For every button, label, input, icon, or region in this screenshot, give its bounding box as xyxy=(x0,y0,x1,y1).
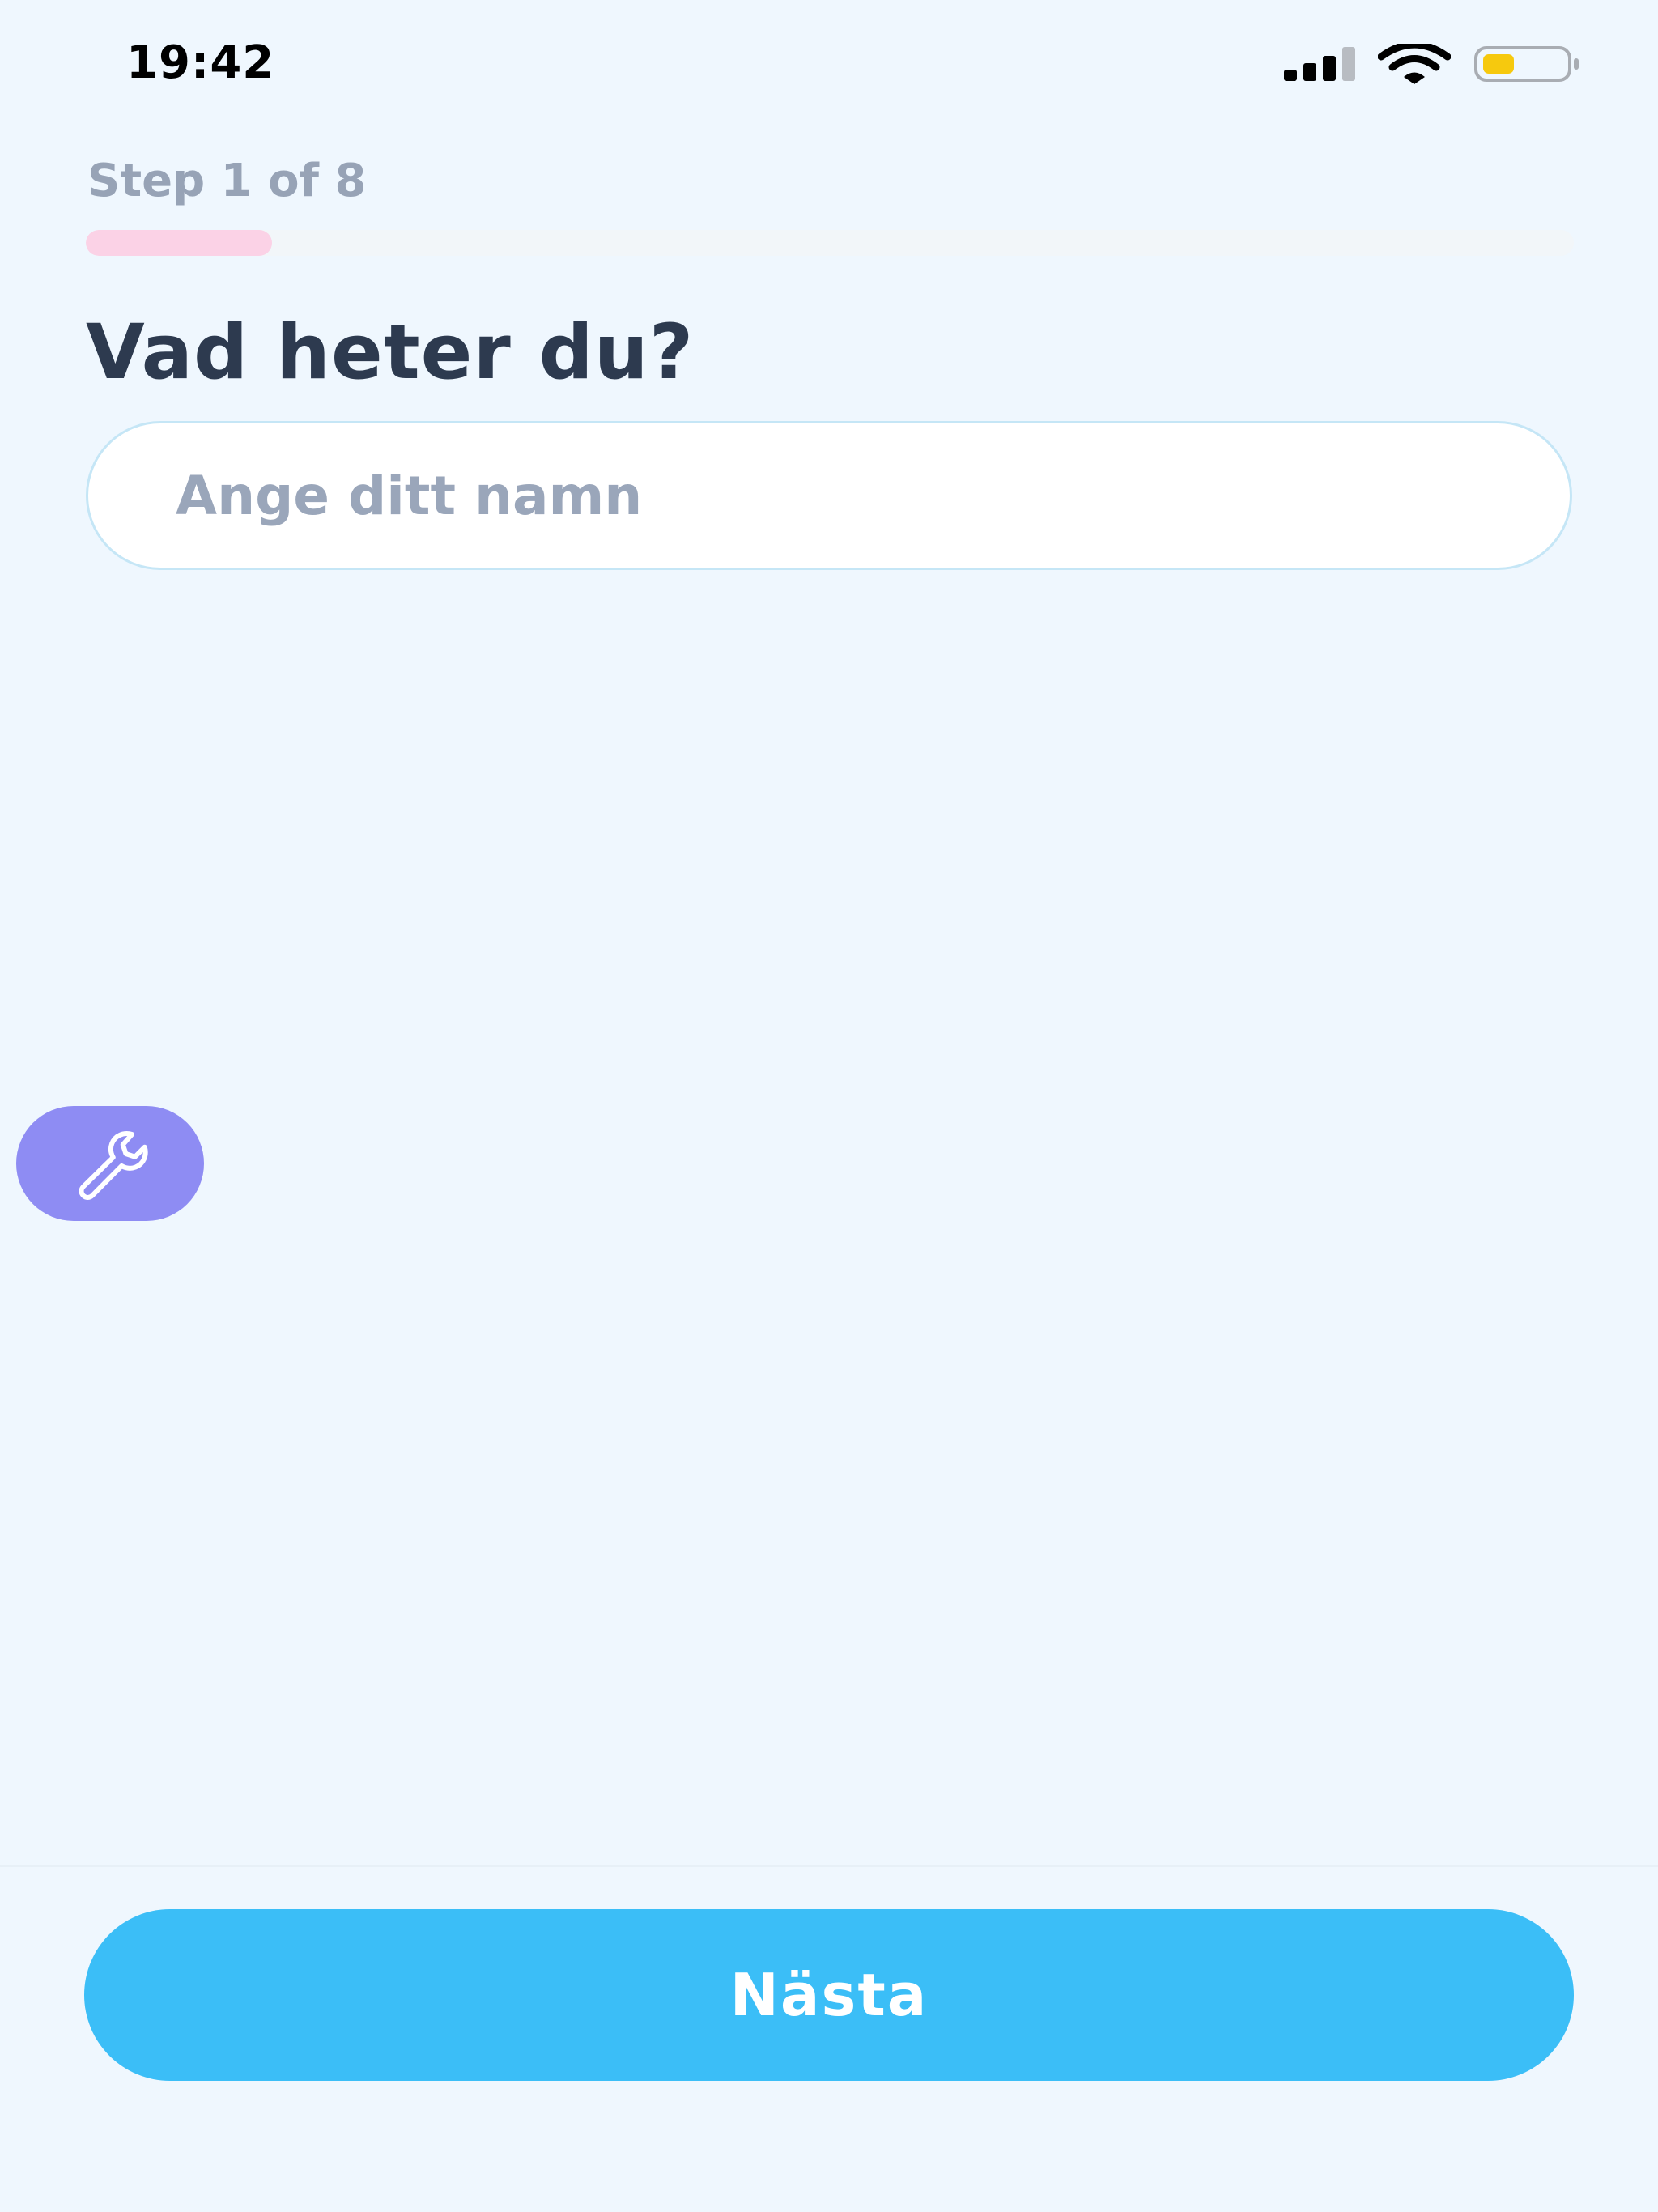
wrench-icon xyxy=(79,1131,148,1200)
battery-icon xyxy=(1474,46,1579,82)
question-title: Vad heter du? xyxy=(86,308,695,397)
debug-tool-button[interactable] xyxy=(16,1106,204,1221)
progress-fill xyxy=(86,230,272,256)
name-input[interactable] xyxy=(86,421,1572,570)
cellular-signal-icon xyxy=(1284,47,1355,81)
next-button[interactable]: Nästa xyxy=(84,1909,1574,2081)
status-bar: 19:42 xyxy=(0,0,1658,130)
progress-bar xyxy=(86,230,1574,256)
wifi-icon xyxy=(1378,44,1451,84)
step-label: Step 1 of 8 xyxy=(87,155,367,207)
footer-divider xyxy=(0,1865,1658,1867)
status-time: 19:42 xyxy=(126,36,275,89)
